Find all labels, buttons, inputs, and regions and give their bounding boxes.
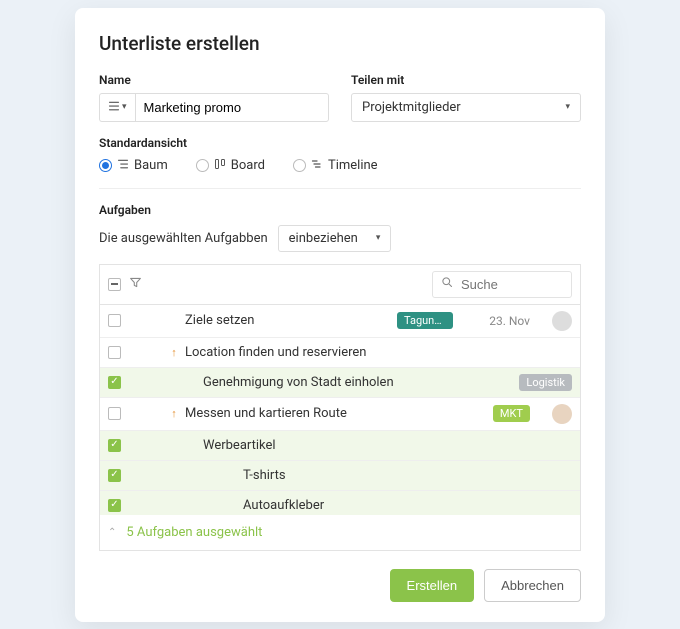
view-section: Standardansicht Baum Board Timeline (99, 136, 581, 189)
board-icon (214, 158, 226, 174)
share-label: Teilen mit (351, 73, 581, 87)
modal-title: Unterliste erstellen (99, 32, 581, 55)
tasks-subrow: Die ausgewählten Aufgabben einbeziehen ▾ (99, 225, 581, 252)
selected-count: 5 Aufgaben ausgewählt (126, 525, 262, 540)
row-checkbox[interactable] (108, 376, 121, 389)
task-name: Ziele setzen (185, 313, 391, 328)
table-row[interactable]: Ziele setzen Tagung… 23. Nov (100, 305, 580, 338)
caret-down-icon: ▾ (122, 102, 127, 112)
caret-down-icon: ▾ (565, 102, 570, 112)
caret-down-icon: ▾ (376, 233, 381, 243)
modal-actions: Erstellen Abbrechen (99, 569, 581, 602)
task-name: Autoaufkleber (243, 498, 572, 513)
task-name: Werbeartikel (203, 438, 572, 453)
tasks-subtext: Die ausgewählten Aufgabben (99, 231, 268, 246)
search-wrap (432, 271, 572, 298)
tasks-grid: Ziele setzen Tagung… 23. Nov ↑ Location find… (99, 264, 581, 551)
priority-icon: ↑ (169, 407, 179, 420)
task-name: Messen und kartieren Route (185, 406, 487, 421)
name-input[interactable] (135, 93, 329, 122)
row-checkbox[interactable] (108, 439, 121, 452)
search-input[interactable] (459, 276, 563, 293)
table-row[interactable]: T-shirts (100, 461, 580, 491)
row-checkbox[interactable] (108, 346, 121, 359)
row-checkbox[interactable] (108, 407, 121, 420)
grid-body[interactable]: Ziele setzen Tagung… 23. Nov ↑ Location find… (100, 305, 580, 515)
radio-icon (196, 159, 209, 172)
table-row[interactable]: ↑ Messen und kartieren Route MKT (100, 398, 580, 431)
filter-icon[interactable] (129, 276, 142, 293)
select-all-checkbox[interactable] (108, 278, 121, 291)
cancel-button[interactable]: Abbrechen (484, 569, 581, 602)
view-option-label: Board (231, 158, 265, 173)
share-field-wrap: Teilen mit Projektmitglieder ▾ (351, 73, 581, 122)
row-checkbox[interactable] (108, 499, 121, 512)
create-sublist-modal: Unterliste erstellen Name ▾ Teilen mit P… (75, 8, 605, 622)
list-icon (108, 100, 120, 115)
name-input-group: ▾ (99, 93, 329, 122)
radio-icon (99, 159, 112, 172)
tasks-label: Aufgaben (99, 203, 581, 217)
row-checkbox[interactable] (108, 314, 121, 327)
share-value: Projektmitglieder (362, 100, 461, 115)
include-select[interactable]: einbeziehen ▾ (278, 225, 392, 252)
collapse-icon[interactable]: ⌃ (108, 527, 116, 538)
view-option-label: Timeline (328, 158, 378, 173)
view-option-timeline[interactable]: Timeline (293, 158, 378, 174)
radio-icon (293, 159, 306, 172)
tag-badge: Tagung… (397, 312, 453, 329)
view-option-label: Baum (134, 158, 168, 173)
task-name: Location finden und reservieren (185, 345, 572, 360)
tree-icon (117, 158, 129, 174)
task-name: Genehmigung von Stadt einholen (203, 375, 513, 390)
task-name: T-shirts (243, 468, 572, 483)
share-select[interactable]: Projektmitglieder ▾ (351, 93, 581, 122)
view-radios: Baum Board Timeline (99, 158, 581, 189)
view-option-board[interactable]: Board (196, 158, 265, 174)
priority-icon: ↑ (169, 346, 179, 359)
due-date: 23. Nov (475, 314, 530, 328)
view-label: Standardansicht (99, 136, 581, 150)
view-option-tree[interactable]: Baum (99, 158, 168, 174)
grid-footer: ⌃ 5 Aufgaben ausgewählt (100, 515, 580, 550)
timeline-icon (311, 158, 323, 174)
row-checkbox[interactable] (108, 469, 121, 482)
fields-row: Name ▾ Teilen mit Projektmitglieder ▾ (99, 73, 581, 122)
tag-badge: MKT (493, 405, 530, 422)
name-label: Name (99, 73, 329, 87)
create-button[interactable]: Erstellen (390, 569, 475, 602)
grid-header (100, 265, 580, 305)
table-row[interactable]: Autoaufkleber (100, 491, 580, 515)
name-field-wrap: Name ▾ (99, 73, 329, 122)
list-type-picker[interactable]: ▾ (99, 93, 135, 122)
search-icon (441, 276, 453, 292)
include-value: einbeziehen (289, 231, 358, 246)
table-row[interactable]: ↑ Location finden und reservieren (100, 338, 580, 368)
avatar[interactable] (552, 404, 572, 424)
tasks-section: Aufgaben Die ausgewählten Aufgabben einb… (99, 203, 581, 252)
avatar[interactable] (552, 311, 572, 331)
table-row[interactable]: Werbeartikel (100, 431, 580, 461)
table-row[interactable]: Genehmigung von Stadt einholen Logistik (100, 368, 580, 398)
tag-badge: Logistik (519, 374, 572, 391)
